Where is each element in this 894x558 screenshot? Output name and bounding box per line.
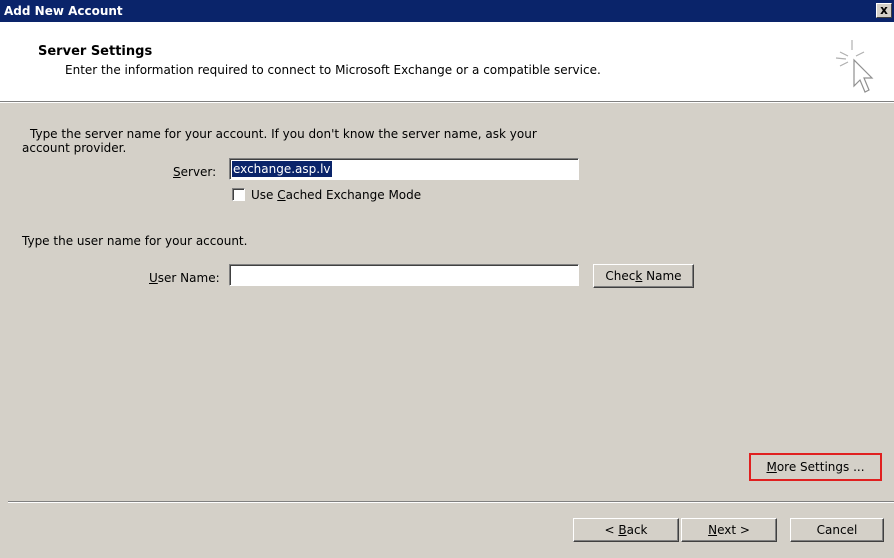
check-name-button[interactable]: Check Name <box>593 264 694 288</box>
server-instruction-1: Type the server name for your account. I… <box>30 127 537 141</box>
server-label: Server: <box>173 165 217 179</box>
user-name-label: User Name: <box>149 271 220 285</box>
footer-separator <box>8 501 894 503</box>
more-settings-button[interactable]: More Settings ... <box>753 456 878 478</box>
cancel-button[interactable]: Cancel <box>790 518 884 542</box>
user-name-input[interactable] <box>229 264 579 286</box>
server-value: exchange.asp.lv <box>232 161 332 177</box>
next-button[interactable]: Next > <box>681 518 777 542</box>
page-subtitle: Enter the information required to connec… <box>65 63 601 77</box>
cached-mode-label[interactable]: Use Cached Exchange Mode <box>251 188 421 202</box>
back-button[interactable]: < Back <box>573 518 679 542</box>
server-instruction-2: account provider. <box>22 141 127 155</box>
title-bar: Add New Account x <box>0 0 894 22</box>
close-button[interactable]: x <box>876 3 892 18</box>
wizard-cursor-icon <box>835 40 874 93</box>
cached-mode-checkbox[interactable] <box>232 188 245 201</box>
header-separator <box>0 101 894 103</box>
user-instruction: Type the user name for your account. <box>22 234 248 248</box>
wizard-header: Server Settings Enter the information re… <box>0 22 894 101</box>
close-icon: x <box>880 3 888 17</box>
page-title: Server Settings <box>38 44 153 59</box>
window-title: Add New Account <box>4 4 123 18</box>
